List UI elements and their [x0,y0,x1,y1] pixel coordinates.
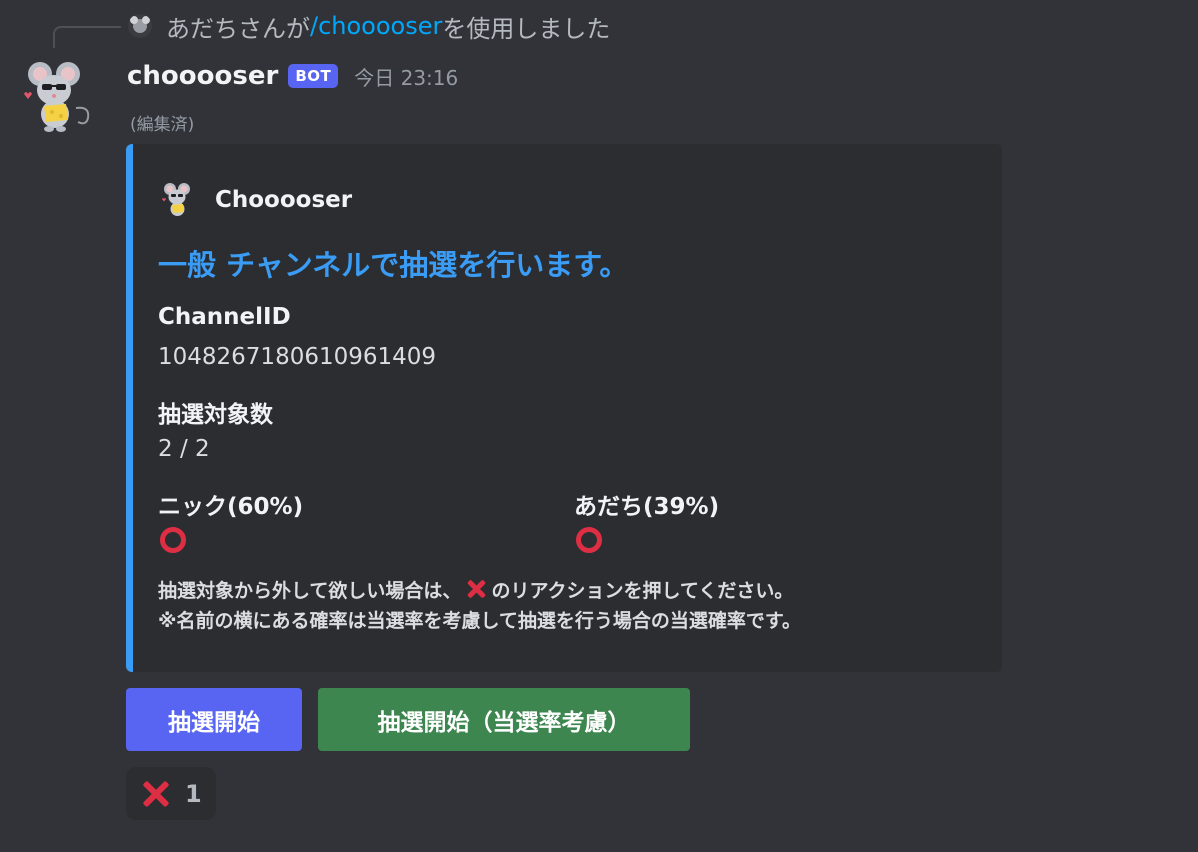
embed-author-name: Chooooser [215,187,353,213]
replied-user-avatar[interactable] [128,14,152,38]
field-name-adachi: あだち(39%) [574,494,720,520]
embed-card: Chooooser 一般 チャンネルで抽選を行います。 ChannelID 10… [126,144,1002,672]
reply-reference[interactable]: あだちさんが /chooooser を使用しました [128,8,610,44]
field-name-nick: ニック(60%) [158,494,304,520]
field-value-target-count: 2 / 2 [158,436,210,462]
embed-title: 一般 チャンネルで抽選を行います。 [158,248,629,282]
embed-description: 抽選対象から外して欲しい場合は、 のリアクションを押してください。 ※名前の横にあ… [158,576,801,636]
cross-mark-icon [465,578,487,600]
embed-author-icon [162,183,190,216]
reply-spine [53,26,121,48]
field-value-channel-id: 1048267180610961409 [158,344,437,370]
start-weighted-lottery-button[interactable]: 抽選開始（当選率考慮） [318,688,690,751]
description-line-2: ※名前の横にある確率は当選率を考慮して抽選を行う場合の当選確率です。 [158,610,802,632]
start-lottery-button[interactable]: 抽選開始 [126,688,302,751]
description-line-1-before: 抽選対象から外して欲しい場合は、 [158,580,462,602]
reply-suffix-text: を使用しました [442,14,611,43]
embed-author: Chooooser [159,180,352,220]
cross-mark-icon [141,779,171,809]
reply-command-link[interactable]: /chooooser [310,12,442,40]
field-name-channel-id: ChannelID [158,304,291,330]
bot-username[interactable]: chooooser [127,61,278,91]
description-line-1: 抽選対象から外して欲しい場合は、 のリアクションを押してください。 [158,576,801,606]
reply-user-text: あだちさんが [166,14,310,43]
red-circle-icon [160,527,186,553]
message-header: chooooser BOT 今日 23:16 [127,56,458,96]
field-name-target-count: 抽選対象数 [158,402,273,428]
bot-avatar[interactable] [18,56,98,136]
message-timestamp[interactable]: 今日 23:16 [354,62,458,91]
reaction-cross[interactable]: 1 [126,767,216,820]
reaction-count: 1 [185,779,202,808]
description-line-1-after: のリアクションを押してください。 [491,580,794,602]
red-circle-icon [576,527,602,553]
bot-badge: BOT [288,64,339,88]
edited-label: (編集済) [130,115,195,135]
